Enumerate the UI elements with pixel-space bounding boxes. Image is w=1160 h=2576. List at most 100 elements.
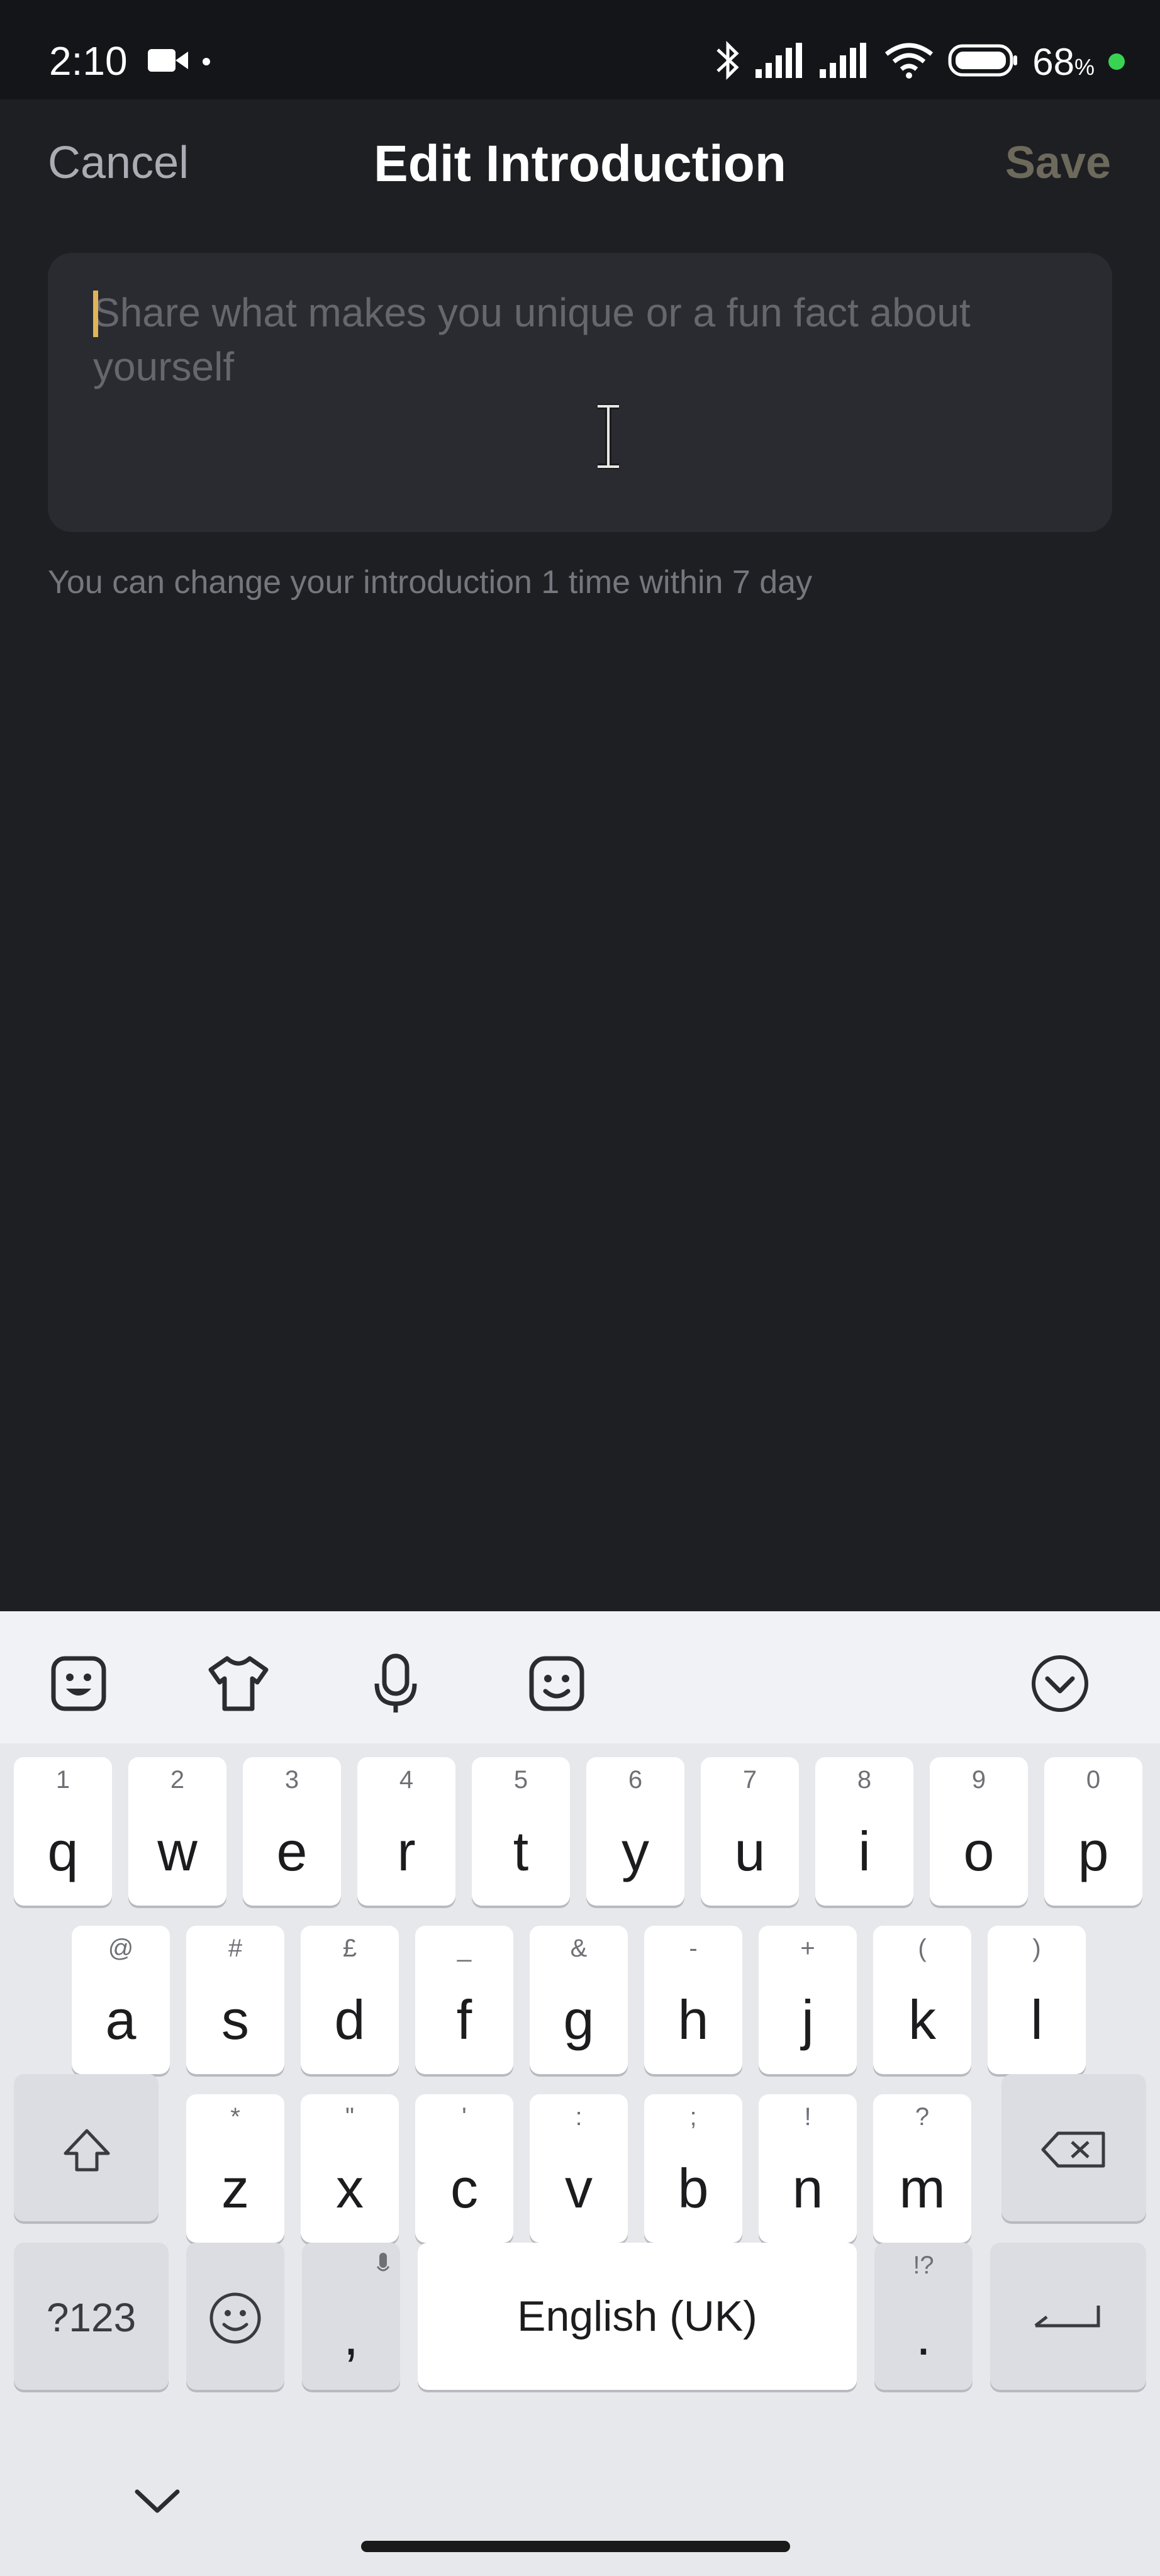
key-hint: @ [108, 1935, 134, 1962]
status-icons: 68% [714, 36, 1125, 87]
key-y[interactable]: 6y [586, 1757, 684, 1906]
key-b[interactable]: ; b [644, 2094, 742, 2243]
key-label: p [1078, 1820, 1109, 1882]
key-label: f [456, 1989, 472, 2051]
key-hint: 7 [742, 1766, 757, 1794]
key-label: u [734, 1820, 766, 1882]
key-label: t [513, 1820, 529, 1882]
key-i[interactable]: 8i [815, 1757, 913, 1906]
period-key[interactable]: !? . [874, 2243, 973, 2390]
key-label: l [1030, 1989, 1043, 2051]
key-hint: ; [689, 2103, 697, 2131]
text-cursor-icon [594, 403, 623, 472]
key-e[interactable]: 3e [243, 1757, 341, 1906]
key-hint: 4 [399, 1766, 414, 1794]
key-x[interactable]: " x [301, 2094, 399, 2243]
key-label: c [450, 2157, 478, 2219]
bluetooth-icon [714, 38, 742, 86]
key-hint: ( [918, 1935, 927, 1962]
key-hint: 5 [513, 1766, 528, 1794]
key-hint: ! [804, 2103, 811, 2131]
key-l[interactable]: ) l [988, 1926, 1086, 2074]
shift-key[interactable] [14, 2074, 159, 2221]
key-label: a [105, 1989, 137, 2051]
key-label: j [801, 1989, 814, 2051]
key-k[interactable]: (k [873, 1926, 971, 2074]
introduction-input[interactable]: Share what makes you unique or a fun fac… [48, 253, 1112, 532]
comma-key[interactable]: , [302, 2243, 400, 2390]
key-w[interactable]: 2w [128, 1757, 226, 1906]
key-r[interactable]: 4r [357, 1757, 455, 1906]
key-label: q [47, 1820, 79, 1882]
key-a[interactable]: @ a [72, 1926, 170, 2074]
key-u[interactable]: 7u [701, 1757, 799, 1906]
key-label: w [157, 1820, 198, 1882]
key-q[interactable]: 1q [14, 1757, 112, 1906]
symbols-key[interactable]: ?123 [14, 2243, 169, 2390]
status-bar: 2:10 68% [0, 0, 1160, 99]
backspace-key[interactable] [1001, 2074, 1146, 2221]
space-key[interactable]: English (UK) [418, 2243, 857, 2390]
microphone-icon[interactable] [361, 1649, 430, 1718]
key-m[interactable]: ? m [873, 2094, 971, 2243]
key-n[interactable]: ! n [759, 2094, 857, 2243]
key-label: d [334, 1989, 365, 2051]
signal-icon [820, 42, 870, 81]
key-s[interactable]: # s [186, 1926, 284, 2074]
key-d[interactable]: £ d [301, 1926, 399, 2074]
hide-keyboard-icon[interactable] [133, 2487, 181, 2519]
key-label: n [792, 2157, 823, 2219]
key-hint: 8 [857, 1766, 872, 1794]
battery-status-dot [1108, 53, 1125, 70]
key-f[interactable]: _ f [415, 1926, 513, 2074]
key-label: x [336, 2157, 364, 2219]
key-t[interactable]: 5t [472, 1757, 570, 1906]
emoji-face-icon[interactable] [522, 1649, 591, 1718]
key-label: z [221, 2157, 249, 2219]
status-time: 2:10 [49, 38, 128, 84]
home-indicator[interactable] [361, 2541, 790, 2552]
key-hint: : [575, 2103, 583, 2131]
key-hint: " [345, 2103, 355, 2131]
key-o[interactable]: 9o [930, 1757, 1028, 1906]
key-hint: ' [462, 2103, 467, 2131]
battery-icon [948, 44, 1018, 80]
header: Edit Introduction Cancel Save [0, 99, 1160, 225]
notification-dot [203, 58, 210, 65]
introduction-placeholder: Share what makes you unique or a fun fac… [93, 290, 971, 389]
key-label: o [963, 1820, 995, 1882]
sticker-icon[interactable] [44, 1649, 113, 1718]
emoji-key[interactable] [186, 2243, 284, 2390]
key-z[interactable]: * z [186, 2094, 284, 2243]
signal-icon [756, 42, 806, 81]
key-h[interactable]: -h [644, 1926, 742, 2074]
key-c[interactable]: ' c [415, 2094, 513, 2243]
key-hint: ? [915, 2103, 930, 2131]
theme-shirt-icon[interactable] [204, 1649, 273, 1718]
key-label: k [908, 1989, 936, 2051]
key-v[interactable]: :v [530, 2094, 628, 2243]
collapse-keyboard-icon[interactable] [1025, 1649, 1095, 1718]
key-hint: 6 [628, 1766, 643, 1794]
key-label: m [899, 2157, 945, 2219]
save-button[interactable]: Save [1005, 137, 1111, 189]
key-hint: & [570, 1935, 588, 1962]
key-hint: 1 [55, 1766, 70, 1794]
key-label: r [397, 1820, 416, 1882]
key-hint: ) [1032, 1935, 1041, 1962]
key-hint: 9 [971, 1766, 986, 1794]
enter-key[interactable] [990, 2243, 1146, 2390]
key-g[interactable]: & g [530, 1926, 628, 2074]
key-hint: 2 [170, 1766, 185, 1794]
video-camera-icon [148, 47, 188, 77]
key-hint: - [689, 1935, 698, 1962]
key-hint: 3 [284, 1766, 299, 1794]
key-label: v [565, 2157, 593, 2219]
cancel-button[interactable]: Cancel [48, 137, 189, 189]
key-p[interactable]: 0p [1044, 1757, 1142, 1906]
key-j[interactable]: + j [759, 1926, 857, 2074]
key-label: y [622, 1820, 649, 1882]
key-label: i [858, 1820, 871, 1882]
key-label: h [678, 1989, 709, 2051]
change-limit-hint: You can change your introduction 1 time … [48, 564, 813, 601]
